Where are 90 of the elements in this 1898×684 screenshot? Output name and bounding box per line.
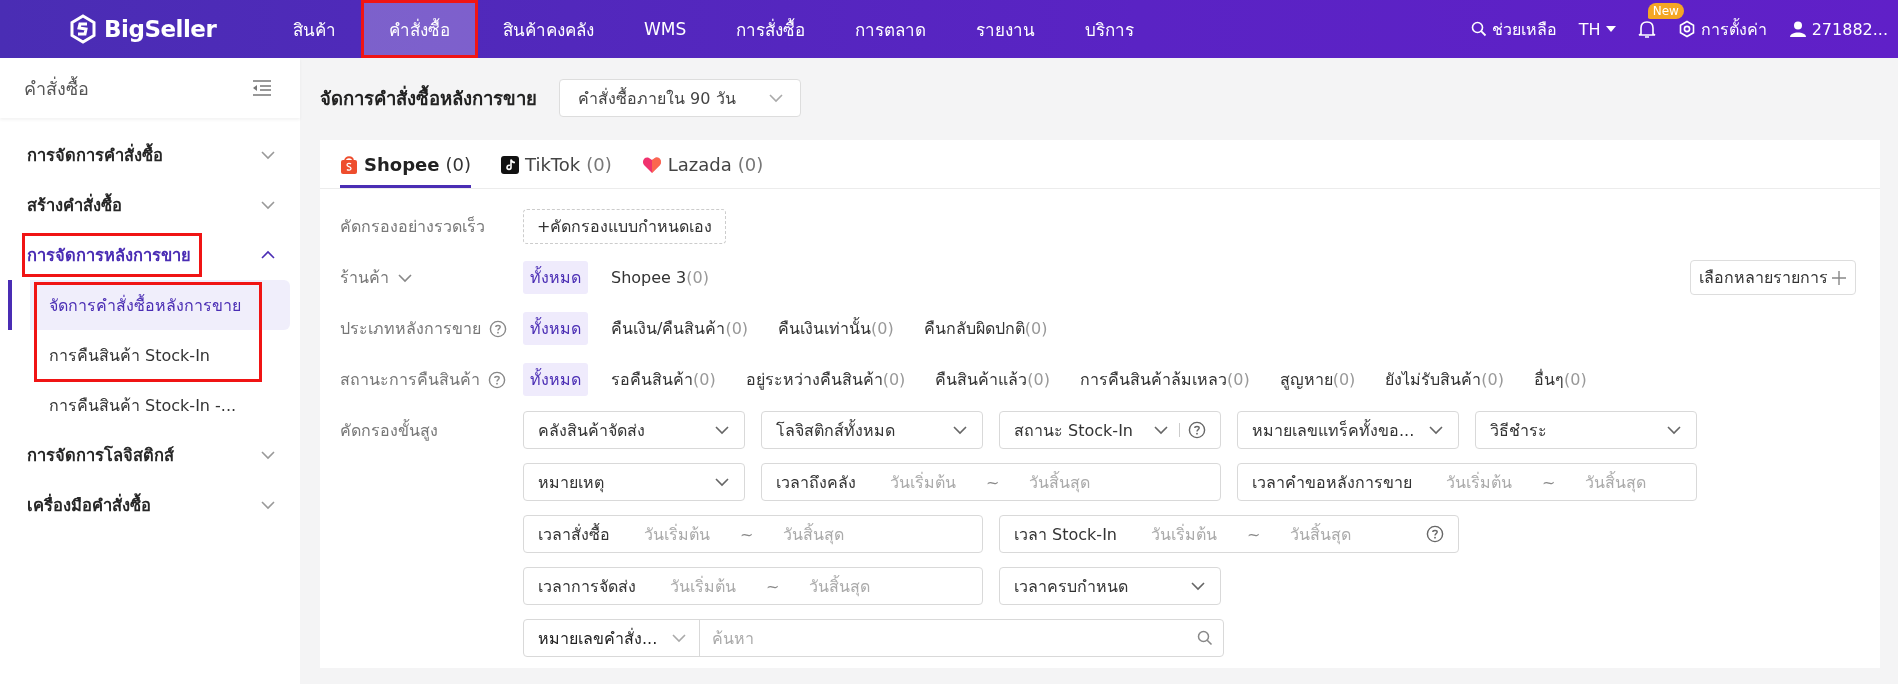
logo-icon: [68, 14, 98, 44]
period-select[interactable]: คำสั่งซื้อภายใน 90 วัน: [559, 79, 801, 117]
filter-option[interactable]: การคืนสินค้าล้มเหลว(0): [1073, 363, 1257, 396]
filter-option[interactable]: รอคืนสินค้า(0): [604, 363, 723, 396]
date-range-field[interactable]: เวลาสั่งซื้อ วันเริ่มต้น ~ วันสิ้นสุด: [523, 515, 983, 553]
settings-icon[interactable]: [1677, 20, 1696, 38]
sidebar-group[interactable]: การจัดการโลจิสติกส์: [22, 433, 185, 477]
filter-select[interactable]: หมายเหตุ: [523, 463, 745, 501]
filter-select[interactable]: โลจิสติกส์ทั้งหมด: [761, 411, 983, 449]
chevron-icon: [1666, 425, 1682, 435]
nav-item[interactable]: รายงาน: [951, 0, 1061, 58]
chevron-icon: [1190, 581, 1206, 591]
sidebar-group[interactable]: การจัดการคำสั่งซื้อ: [22, 133, 174, 177]
date-range-field[interactable]: เวลาการจัดส่ง วันเริ่มต้น ~ วันสิ้นสุด: [523, 567, 983, 605]
sidebar-item[interactable]: การคืนสินค้า Stock-In -...: [8, 380, 290, 430]
collapse-icon[interactable]: [252, 80, 272, 96]
chevron-icon: [1153, 425, 1169, 435]
filter-select[interactable]: สถานะ Stock-In: [999, 411, 1221, 449]
plus-icon: [1831, 269, 1847, 286]
shopping-bag-icon: [340, 154, 358, 175]
nav-item[interactable]: สินค้าคงคลัง: [478, 0, 619, 58]
bell-icon[interactable]: [1637, 19, 1656, 39]
caret-icon[interactable]: [1605, 26, 1616, 32]
date-range-field[interactable]: เวลาถึงคลัง วันเริ่มต้น ~ วันสิ้นสุด: [761, 463, 1221, 501]
sidebar-title: คำสั่งซื้อ: [24, 75, 89, 101]
filter-option[interactable]: คืนเงิน/คืนสินค้า(0): [604, 312, 756, 345]
filter-option[interactable]: คืนเงินเท่านั้น(0): [771, 312, 901, 345]
filter-label: คัดกรองขั้นสูง: [340, 418, 438, 443]
filter-option[interactable]: คืนกลับผิดปกติ(0): [916, 312, 1055, 345]
filter-option[interactable]: ทั้งหมด: [523, 363, 588, 396]
sidebar-item[interactable]: จัดการคำสั่งซื้อหลังการขาย: [8, 280, 290, 330]
multi-select-button[interactable]: เลือกหลายรายการ: [1690, 260, 1856, 295]
chevron-icon[interactable]: [260, 250, 276, 260]
nav-item[interactable]: บริการ: [1060, 0, 1160, 58]
search-bar[interactable]: หมายเลขคำสั่ง... ค้นหา: [523, 619, 1224, 657]
chevron-icon: [671, 633, 688, 643]
filter-option[interactable]: ทั้งหมด: [523, 312, 588, 345]
filter-option[interactable]: Shopee 3(0): [604, 264, 716, 291]
language-select[interactable]: TH: [1578, 19, 1601, 39]
filter-label: ประเภทหลังการขาย: [340, 318, 481, 340]
platform-tab[interactable]: Shopee (0): [340, 140, 471, 188]
chevron-icon: [714, 477, 730, 487]
filter-option[interactable]: อยู่ระหว่างคืนสินค้า(0): [738, 363, 913, 396]
sidebar-group[interactable]: การจัดการหลังการขาย: [22, 233, 202, 277]
search-icon[interactable]: [1197, 630, 1213, 646]
filter-select[interactable]: วิธีชำระ: [1475, 411, 1697, 449]
nav-item[interactable]: WMS: [619, 0, 712, 58]
chevron-icon: [952, 425, 968, 435]
filter-option[interactable]: ยังไม่รับสินค้า(0): [1378, 363, 1512, 396]
sidebar-group[interactable]: สร้างคำสั่งซื้อ: [22, 183, 133, 227]
user-name[interactable]: 271882...: [1811, 19, 1888, 39]
sidebar-group[interactable]: เครื่องมือคำสั่งซื้อ: [22, 483, 162, 527]
platform-tab[interactable]: TikTok (0): [500, 140, 612, 188]
filter-label: สถานะการคืนสินค้า: [340, 369, 480, 391]
filter-option[interactable]: สูญหาย(0): [1272, 363, 1363, 396]
chevron-icon: [714, 425, 730, 435]
filter-label[interactable]: ร้านค้า: [340, 265, 389, 290]
help-icon[interactable]: [488, 370, 506, 389]
filter-option[interactable]: อื่นๆ(0): [1527, 363, 1594, 396]
platform-tab[interactable]: Lazada (0): [641, 140, 764, 188]
filter-option[interactable]: คืนสินค้าแล้ว(0): [928, 363, 1057, 396]
help-icon[interactable]: [1426, 525, 1444, 543]
filter-select[interactable]: หมายเลขแทร็คทั้งขอ...: [1237, 411, 1459, 449]
filter-select[interactable]: คลังสินค้าจัดส่ง: [523, 411, 745, 449]
sidebar-item[interactable]: การคืนสินค้า Stock-In: [8, 330, 290, 380]
filter-label: คัดกรองอย่างรวดเร็ว: [340, 215, 485, 238]
custom-filter-button[interactable]: +คัดกรองแบบกำหนดเอง: [523, 209, 727, 244]
date-range-field[interactable]: เวลาคำขอหลังการขาย วันเริ่มต้น ~ วันสิ้นสุด: [1237, 463, 1697, 501]
help-icon[interactable]: [1188, 421, 1206, 439]
chevron-icon: [1428, 425, 1444, 435]
music-note-icon: [500, 155, 519, 174]
search-field[interactable]: ค้นหา: [710, 627, 1197, 649]
nav-item[interactable]: สินค้า: [268, 0, 361, 58]
date-range-field[interactable]: เวลา Stock-In วันเริ่มต้น ~ วันสิ้นสุด: [999, 515, 1459, 553]
search-icon[interactable]: [1470, 21, 1487, 37]
new-badge: New: [1647, 3, 1684, 19]
user-icon[interactable]: [1788, 20, 1807, 38]
filter-option[interactable]: ทั้งหมด: [523, 261, 588, 294]
nav-item[interactable]: การตลาด: [830, 0, 952, 58]
chevron-icon: [768, 93, 784, 103]
heart-icon: [641, 155, 662, 174]
filter-select[interactable]: เวลาครบกำหนด: [999, 567, 1221, 605]
nav-item[interactable]: การสั่งซื้อ: [711, 0, 831, 58]
help-link[interactable]: ช่วยเหลือ: [1491, 16, 1557, 42]
search-type-select[interactable]: หมายเลขคำสั่ง...: [524, 620, 701, 656]
help-icon[interactable]: [489, 319, 507, 338]
page-title: จัดการคำสั่งซื้อหลังการขาย: [320, 84, 537, 111]
logo-text: BigSeller: [104, 16, 217, 42]
settings-link[interactable]: การตั้งค่า: [1700, 16, 1767, 42]
nav-item[interactable]: คำสั่งซื้อ: [361, 0, 478, 58]
